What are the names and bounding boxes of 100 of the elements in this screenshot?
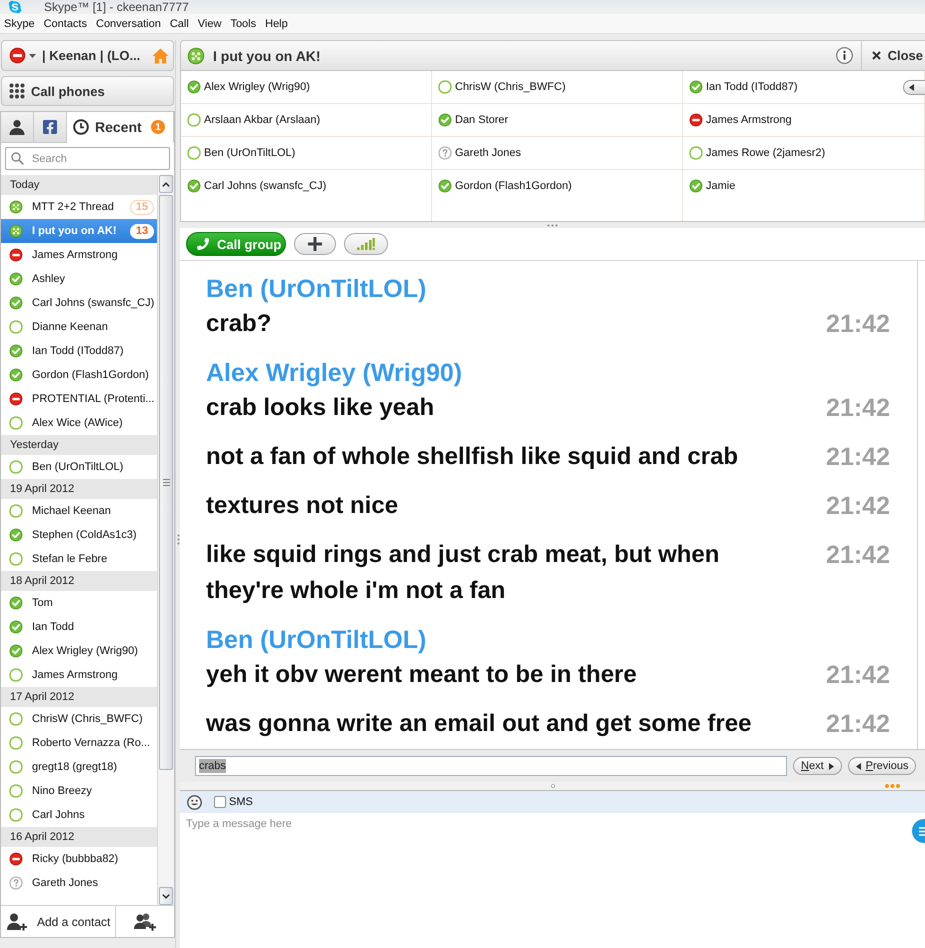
recent-item[interactable]: PROTENTIAL (Protenti... — [1, 387, 157, 411]
scroll-down-button[interactable] — [159, 887, 173, 905]
busy-status-icon — [9, 47, 26, 64]
recent-item[interactable]: Stephen (ColdAs1c3) — [1, 523, 157, 547]
participant-name: James Armstrong — [706, 113, 792, 127]
busy-status-icon — [9, 248, 23, 262]
offline-status-icon — [9, 760, 23, 774]
chat-bubble-icon[interactable] — [912, 819, 925, 843]
scrollbar-thumb[interactable] — [159, 195, 173, 770]
offline-status-icon — [689, 146, 703, 160]
recent-item[interactable]: Carl Johns — [1, 803, 157, 827]
close-icon — [872, 51, 881, 60]
caret-down-icon — [162, 894, 170, 898]
recent-item[interactable]: Alex Wrigley (Wrig90) — [1, 639, 157, 663]
offline-status-icon — [9, 320, 23, 334]
ellipsis-icon — [885, 784, 900, 788]
contacts-tab[interactable] — [1, 112, 34, 143]
triangle-right-icon — [828, 762, 834, 770]
recent-item[interactable]: Ben (UrOnTiltLOL) — [1, 455, 157, 479]
recent-item[interactable]: Ashley — [1, 267, 157, 291]
add-person-icon — [7, 912, 27, 930]
message-text: crab looks like yeah — [206, 393, 436, 423]
busy-status-icon — [9, 392, 23, 406]
search-field[interactable]: Search — [5, 147, 170, 170]
offline-status-icon — [9, 504, 23, 518]
online-status-icon — [9, 620, 23, 634]
online-status-icon — [9, 272, 23, 286]
recent-item[interactable]: Gareth Jones — [1, 871, 157, 895]
add-button[interactable] — [294, 233, 336, 255]
add-group-icon — [133, 912, 157, 930]
scroll-left-button[interactable] — [903, 80, 925, 95]
date-header: 17 April 2012 — [1, 687, 157, 707]
sms-checkbox[interactable] — [214, 796, 226, 808]
recent-item[interactable]: Tom — [1, 591, 157, 615]
conversation-title: I put you on AK! — [213, 48, 321, 64]
recent-item[interactable]: ChrisW (Chris_BWFC) — [1, 707, 157, 731]
status-button[interactable]: | Keenan | (LO... — [1, 40, 174, 71]
recent-item[interactable]: gregt18 (gregt18) — [1, 755, 157, 779]
menu-item[interactable]: Conversation — [92, 14, 166, 32]
recent-item[interactable]: Roberto Vernazza (Ro... — [1, 731, 157, 755]
menu-item[interactable]: Tools — [226, 14, 262, 32]
facebook-tab[interactable] — [34, 112, 67, 143]
recent-item[interactable]: Gordon (Flash1Gordon) — [1, 363, 157, 387]
message-time: 21:42 — [826, 660, 890, 691]
recent-item[interactable]: Ricky (bubbba82) — [1, 847, 157, 871]
recent-item[interactable]: Alex Wice (AWice) — [1, 411, 157, 435]
recent-item[interactable]: Stefan le Febre — [1, 547, 157, 571]
recent-item[interactable]: Carl Johns (swansfc_CJ) — [1, 291, 157, 315]
recent-item[interactable]: James Armstrong — [1, 243, 157, 267]
previous-button[interactable]: Previous — [848, 757, 916, 775]
message-text: not a fan of whole shellfish like squid and crab — [206, 442, 740, 472]
smiley-icon[interactable] — [187, 794, 202, 810]
info-icon[interactable] — [836, 47, 853, 64]
message-time: 21:42 — [826, 709, 890, 740]
close-button[interactable]: Close — [860, 41, 925, 70]
participant-name: Ian Todd (ITodd87) — [706, 80, 798, 94]
message-time: 21:42 — [826, 393, 890, 424]
menu-item[interactable]: Call — [166, 14, 194, 32]
online-status-icon — [9, 644, 23, 658]
date-header: 19 April 2012 — [1, 479, 157, 499]
participant-name: Dan Storer — [455, 113, 508, 127]
online-status-icon — [187, 80, 201, 94]
find-field[interactable]: crabs — [195, 756, 787, 776]
date-header: 16 April 2012 — [1, 827, 157, 847]
participant-name: ChrisW (Chris_BWFC) — [455, 80, 566, 94]
menu-item[interactable]: View — [194, 14, 226, 32]
signal-bars-icon — [357, 238, 375, 250]
sender-name: Ben (UrOnTiltLOL) — [206, 625, 428, 655]
next-button[interactable]: Next — [793, 757, 842, 775]
recent-item[interactable]: Dianne Keenan — [1, 315, 157, 339]
participant-name: Carl Johns (swansfc_CJ) — [204, 179, 326, 193]
message-text: textures not nice — [206, 491, 400, 521]
recent-item[interactable]: Michael Keenan — [1, 499, 157, 523]
scroll-up-button[interactable] — [159, 175, 173, 193]
online-status-icon — [9, 368, 23, 382]
add-contact-button[interactable]: Add a contact — [1, 906, 116, 937]
triangle-left-icon — [856, 762, 861, 770]
offline-status-icon — [9, 784, 23, 798]
recent-item[interactable]: Nino Breezy — [1, 779, 157, 803]
person-icon — [9, 119, 25, 135]
recent-item[interactable]: Ian Todd — [1, 615, 157, 639]
recent-item[interactable]: James Armstrong — [1, 663, 157, 687]
offline-status-icon — [9, 460, 23, 474]
message-time: 21:42 — [826, 491, 890, 522]
online-status-icon — [438, 179, 452, 193]
recent-item[interactable]: MTT 2+2 Thread 15 — [1, 195, 157, 219]
dialpad-icon — [9, 83, 25, 99]
recent-item[interactable]: Ian Todd (ITodd87) — [1, 339, 157, 363]
group-chat-icon — [187, 46, 205, 64]
busy-status-icon — [9, 852, 23, 866]
menu-item[interactable]: Help — [261, 14, 293, 32]
date-header: 18 April 2012 — [1, 571, 157, 591]
message-time: 21:42 — [826, 540, 890, 571]
call-phones-button[interactable]: Call phones — [1, 76, 174, 106]
offline-status-icon — [9, 712, 23, 726]
menu-item[interactable]: Contacts — [40, 14, 92, 32]
grip-icon — [547, 224, 558, 226]
message-field[interactable]: Type a message here — [180, 813, 925, 948]
menu-item[interactable]: Skype — [0, 14, 40, 32]
message-time: 21:42 — [826, 309, 890, 340]
